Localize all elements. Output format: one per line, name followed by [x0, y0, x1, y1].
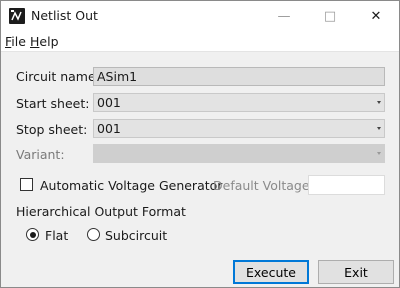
subcircuit-radio[interactable]: [87, 228, 100, 241]
menu-help-mnemonic: H: [30, 34, 40, 49]
start-sheet-label: Start sheet:: [16, 96, 90, 111]
chevron-down-icon: [377, 101, 381, 104]
subcircuit-radio-label[interactable]: Subcircuit: [105, 228, 167, 243]
menu-bar: File Help: [1, 31, 399, 52]
menu-file[interactable]: File: [5, 34, 26, 49]
variant-label: Variant:: [16, 147, 65, 162]
variant-select[interactable]: [93, 144, 385, 163]
auto-voltage-label[interactable]: Automatic Voltage Generator: [40, 178, 222, 193]
maximize-icon: □: [323, 8, 337, 24]
menu-file-label: ile: [11, 34, 26, 49]
execute-button[interactable]: Execute: [233, 260, 309, 284]
stop-sheet-value: 001: [97, 121, 121, 136]
menu-help[interactable]: Help: [30, 34, 59, 49]
window-title: Netlist Out: [31, 8, 98, 23]
radio-selected-dot: [29, 231, 36, 238]
close-icon: ✕: [370, 8, 382, 24]
output-format-heading: Hierarchical Output Format: [16, 204, 186, 219]
title-bar[interactable]: Netlist Out — □ ✕: [1, 1, 399, 31]
circuit-name-input[interactable]: ASim1: [93, 67, 385, 86]
default-voltage-label: Default Voltage:: [213, 178, 314, 193]
maximize-button[interactable]: □: [307, 1, 353, 31]
chevron-down-icon: [377, 152, 381, 155]
circuit-name-value: ASim1: [97, 69, 138, 84]
menu-help-label: elp: [39, 34, 59, 49]
stop-sheet-label: Stop sheet:: [16, 122, 88, 137]
chevron-down-icon: [377, 127, 381, 130]
flat-radio-label[interactable]: Flat: [45, 228, 68, 243]
netlist-app-icon: [9, 8, 25, 24]
exit-button[interactable]: Exit: [318, 260, 394, 284]
auto-voltage-checkbox[interactable]: [20, 178, 33, 191]
circuit-name-label: Circuit name:: [16, 69, 100, 84]
start-sheet-select[interactable]: 001: [93, 93, 385, 112]
netlist-out-window: Netlist Out — □ ✕ File Help Circuit name…: [0, 0, 400, 288]
flat-radio[interactable]: [26, 228, 39, 241]
default-voltage-input[interactable]: [308, 175, 385, 195]
minimize-icon: —: [277, 8, 291, 24]
close-button[interactable]: ✕: [353, 1, 399, 31]
stop-sheet-select[interactable]: 001: [93, 119, 385, 138]
minimize-button[interactable]: —: [261, 1, 307, 31]
start-sheet-value: 001: [97, 95, 121, 110]
